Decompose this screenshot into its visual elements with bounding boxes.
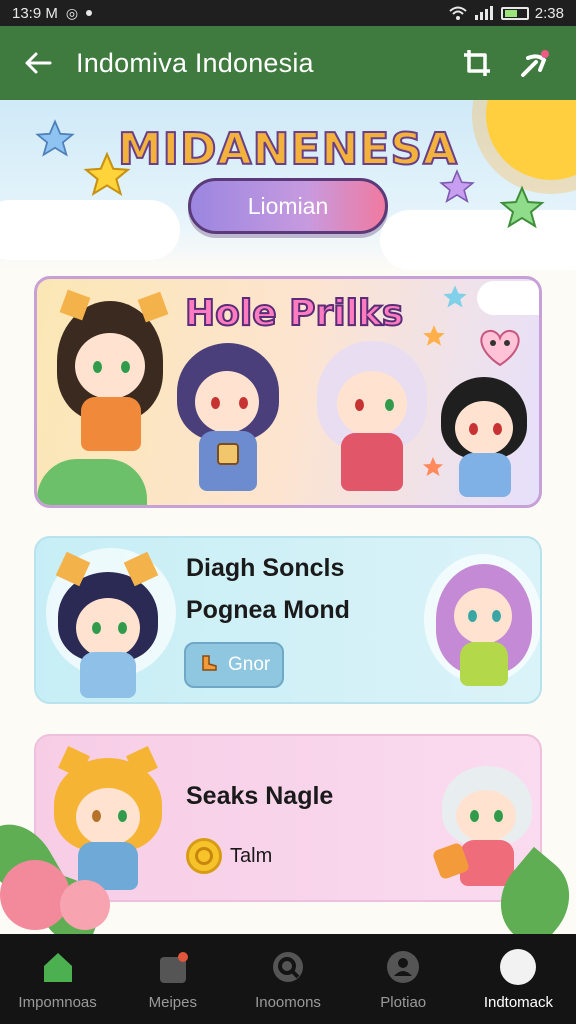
status-bar: 13:9 M ◎ 2:38	[0, 0, 576, 26]
card-title: Seaks Nagle	[186, 782, 334, 810]
heart-balloon-icon	[480, 329, 520, 367]
star-icon	[443, 285, 467, 308]
nav-label: Inoomons	[255, 994, 321, 1011]
app-title: Indomiva Indonesia	[76, 47, 314, 78]
home-icon	[43, 953, 72, 982]
bush-illustration	[37, 459, 147, 505]
character-illustration	[432, 560, 540, 700]
nav-item-home[interactable]: Impomnoas	[0, 934, 115, 1024]
card-subtitle: Pognea Mond	[186, 596, 350, 624]
cloud-illustration	[477, 281, 539, 315]
banner-title: Hole Prilks	[184, 292, 404, 335]
search-icon	[273, 952, 303, 982]
nav-label: Impomnoas	[18, 994, 97, 1011]
nav-label: Meipes	[148, 994, 197, 1011]
flower-illustration	[0, 860, 70, 930]
signal-icon	[474, 6, 493, 20]
arrow-left-icon	[25, 52, 52, 74]
hero-pill-button[interactable]: Liomian	[188, 178, 388, 234]
boot-icon	[202, 655, 217, 671]
content-card[interactable]: Diagh Soncls Pognea Mond Gnor	[34, 536, 542, 704]
character-illustration	[173, 339, 283, 499]
nav-item-profile[interactable]: Plotiao	[346, 934, 461, 1024]
cloud-illustration	[380, 210, 576, 270]
character-illustration	[49, 289, 169, 473]
status-sync-icon: ◎	[65, 4, 79, 21]
wifi-icon	[449, 6, 467, 20]
status-time: 13:9 M	[12, 4, 58, 22]
battery-icon	[500, 6, 529, 20]
flower-illustration	[60, 880, 110, 930]
nav-label: Indtomack	[483, 994, 554, 1011]
star-icon	[499, 185, 545, 229]
card-action-label: Gnor	[228, 654, 271, 675]
card-action-label: Talm	[230, 844, 273, 867]
app-bar: Indomiva Indonesia	[0, 26, 576, 100]
share-button[interactable]	[516, 44, 554, 82]
character-illustration	[48, 551, 168, 702]
circle-icon	[500, 949, 537, 985]
crop-icon	[464, 50, 490, 76]
nav-item-bag[interactable]: Meipes	[115, 934, 230, 1024]
hero-title: MIDANENESA	[117, 123, 459, 176]
profile-icon	[387, 951, 420, 983]
status-right-time: 2:38	[534, 4, 564, 22]
card-action-button[interactable]: Gnor	[184, 642, 285, 688]
content-card[interactable]: Seaks Nagle Talm	[34, 734, 542, 902]
nav-label: Plotiao	[380, 994, 427, 1011]
card-action-button[interactable]: Talm	[186, 838, 272, 874]
back-button[interactable]	[0, 26, 76, 100]
bag-icon	[159, 952, 188, 983]
notification-dot-icon	[86, 10, 93, 16]
character-illustration	[437, 373, 537, 503]
character-illustration	[48, 742, 168, 898]
share-icon	[521, 50, 549, 77]
card-title: Diagh Soncls	[186, 554, 345, 582]
hero-header: MIDANENESA Liomian	[0, 100, 576, 270]
nav-item-search[interactable]: Inoomons	[230, 934, 345, 1024]
coin-icon	[186, 838, 222, 874]
featured-banner[interactable]: Hole Prilks	[34, 276, 542, 508]
bottom-navigation: Impomnoas Meipes Inoomons Plotiao Indtom…	[0, 934, 576, 1024]
character-illustration	[313, 337, 433, 497]
cloud-illustration	[0, 200, 180, 260]
crop-button[interactable]	[458, 44, 496, 82]
nav-item-active[interactable]: Indtomack	[461, 934, 576, 1024]
